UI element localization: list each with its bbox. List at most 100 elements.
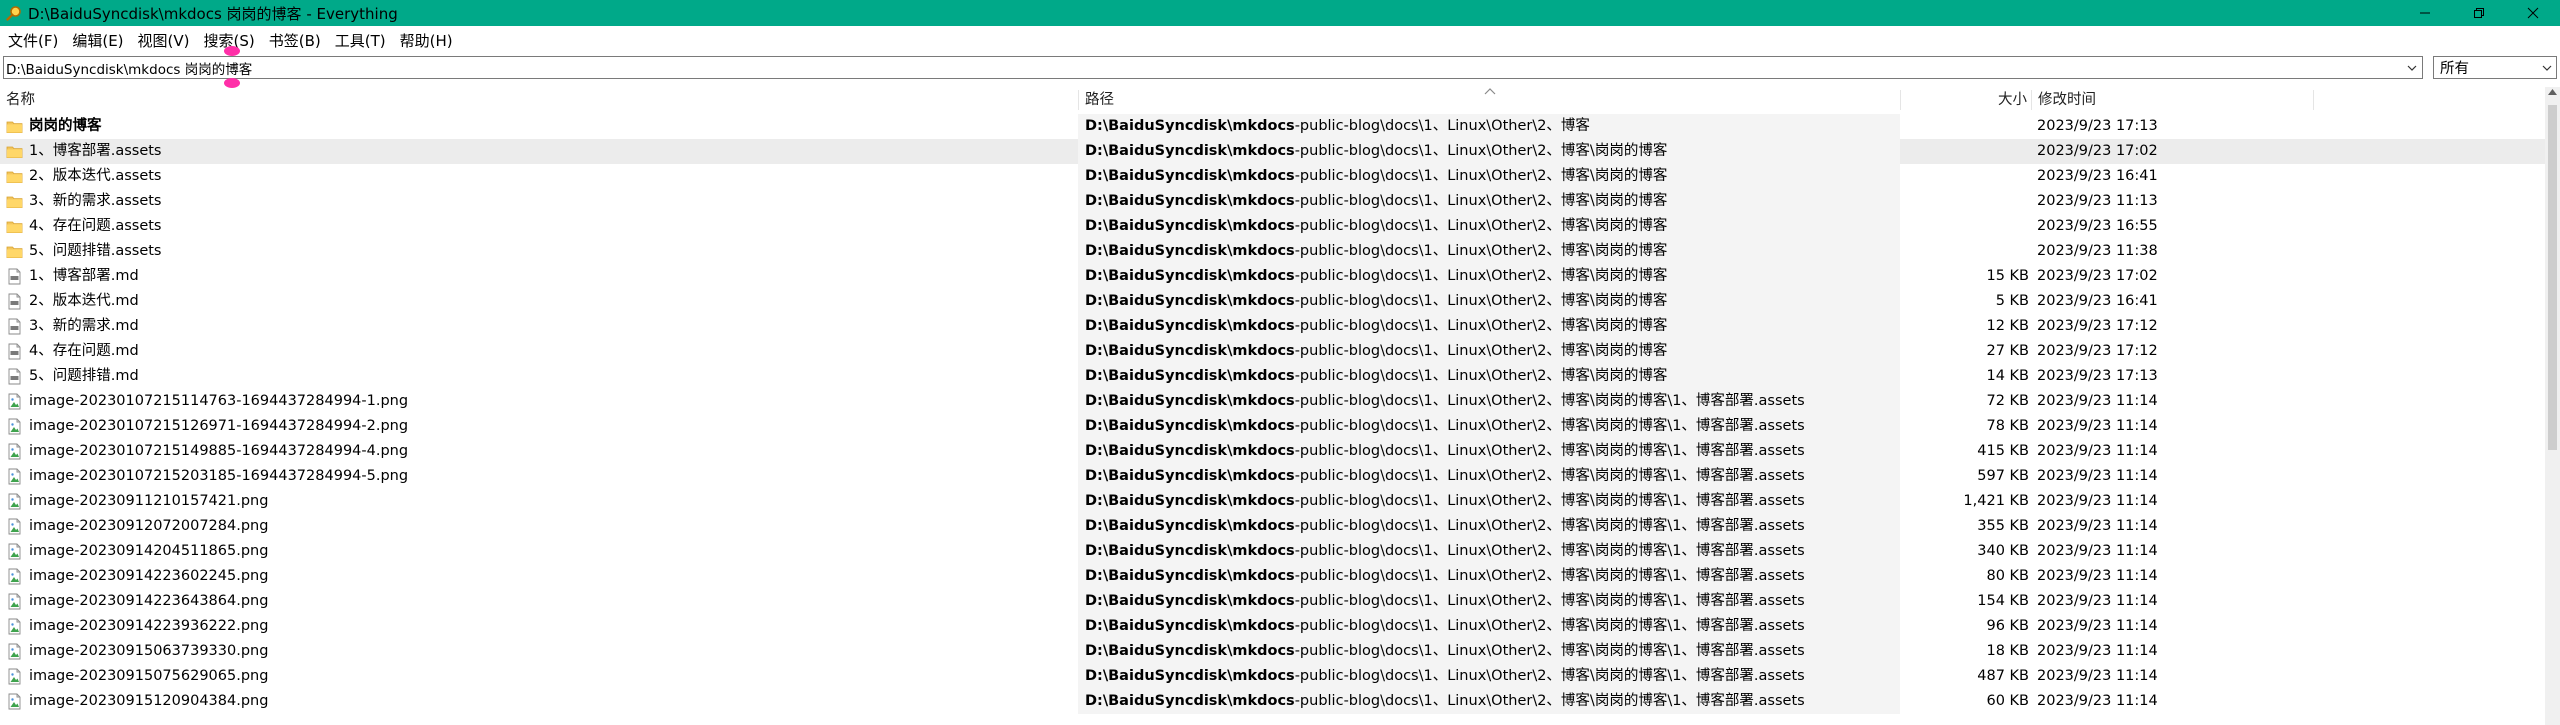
file-name: image-20230107215114763-1694437284994-1.… [29,393,409,409]
file-name-cell: 2、版本迭代.assets [6,164,1066,189]
result-row[interactable]: image-20230914204511865.png D:\BaiduSyncd… [0,539,2545,564]
result-row[interactable]: image-20230107215114763-1694437284994-1.… [0,389,2545,414]
minimize-button[interactable] [2398,0,2452,26]
result-row[interactable]: 4、存在问题.assets D:\BaiduSyncdisk\mkdocs-pub… [0,214,2545,239]
result-row[interactable]: image-20230915075629065.png D:\BaiduSyncd… [0,664,2545,689]
file-name: image-20230914223936222.png [29,618,269,634]
file-path-cell: D:\BaiduSyncdisk\mkdocs-public-blog\docs… [1085,114,1905,139]
file-path-cell: D:\BaiduSyncdisk\mkdocs-public-blog\docs… [1085,589,1905,614]
result-row[interactable]: image-20230915063739330.png D:\BaiduSyncd… [0,639,2545,664]
folder-icon [6,143,23,160]
path-match-highlight: D:\BaiduSyncdisk\mkdocs [1085,168,1295,184]
result-row[interactable]: image-20230107215126971-1694437284994-2.… [0,414,2545,439]
file-path-cell: D:\BaiduSyncdisk\mkdocs-public-blog\docs… [1085,239,1905,264]
result-row[interactable]: 2、版本迭代.assets D:\BaiduSyncdisk\mkdocs-pub… [0,164,2545,189]
result-row[interactable]: image-20230911210157421.png D:\BaiduSyncd… [0,489,2545,514]
result-row[interactable]: 3、新的需求.assets D:\BaiduSyncdisk\mkdocs-pub… [0,189,2545,214]
search-input[interactable] [4,57,2402,78]
modified-date: 2023/9/23 17:02 [2037,143,2158,159]
path-remainder: -public-blog\docs\1、Linux\Other\2、博客\岗岗的… [1294,268,1668,284]
file-path-cell: D:\BaiduSyncdisk\mkdocs-public-blog\docs… [1085,489,1905,514]
result-row[interactable]: 2、版本迭代.md D:\BaiduSyncdisk\mkdocs-public-… [0,289,2545,314]
path-match-highlight: D:\BaiduSyncdisk\mkdocs [1085,143,1295,159]
result-row[interactable]: 5、问题排错.assets D:\BaiduSyncdisk\mkdocs-pub… [0,239,2545,264]
path-remainder: -public-blog\docs\1、Linux\Other\2、博客\岗岗的… [1294,293,1668,309]
result-row[interactable]: image-20230915120904384.png D:\BaiduSyncd… [0,689,2545,714]
vertical-scrollbar[interactable] [2545,87,2560,725]
restore-icon [2474,8,2484,18]
file-name-cell: image-20230107215114763-1694437284994-1.… [6,389,1066,414]
image-file-icon [6,543,23,560]
file-name-cell: 2、版本迭代.md [6,289,1066,314]
file-path-cell: D:\BaiduSyncdisk\mkdocs-public-blog\docs… [1085,189,1905,214]
result-row[interactable]: 3、新的需求.md D:\BaiduSyncdisk\mkdocs-public-… [0,314,2545,339]
minimize-icon [2420,12,2430,14]
image-file-icon [6,593,23,610]
results-list: 岗岗的博客 D:\BaiduSyncdisk\mkdocs-public-blog… [0,114,2545,714]
file-name-cell: image-20230914223643864.png [6,589,1066,614]
file-name: image-20230911210157421.png [29,493,269,509]
file-name: 2、版本迭代.md [29,293,139,309]
column-header-name[interactable]: 名称 [0,87,1078,113]
result-row[interactable]: image-20230107215149885-1694437284994-4.… [0,439,2545,464]
file-name-cell: 1、博客部署.md [6,264,1066,289]
search-history-dropdown[interactable] [2402,57,2422,78]
sort-ascending-icon [1484,88,1496,95]
file-size: 5 KB [1995,293,2029,309]
image-file-icon [6,518,23,535]
file-name-cell: 5、问题排错.md [6,364,1066,389]
result-row[interactable]: 1、博客部署.md D:\BaiduSyncdisk\mkdocs-public-… [0,264,2545,289]
folder-icon [6,118,23,135]
path-match-highlight: D:\BaiduSyncdisk\mkdocs [1085,268,1295,284]
file-size: 340 KB [1977,543,2029,559]
scrollbar-thumb[interactable] [2548,105,2557,450]
result-row[interactable]: image-20230914223643864.png D:\BaiduSyncd… [0,589,2545,614]
menu-bookmarks[interactable]: 书签(B) [262,29,328,53]
filter-value: 所有 [2440,61,2469,77]
file-path-cell: D:\BaiduSyncdisk\mkdocs-public-blog\docs… [1085,689,1905,714]
file-size [1905,164,2029,189]
path-remainder: -public-blog\docs\1、Linux\Other\2、博客\岗岗的… [1294,168,1668,184]
result-row[interactable]: image-20230912072007284.png D:\BaiduSyncd… [0,514,2545,539]
result-row[interactable]: image-20230107215203185-1694437284994-5.… [0,464,2545,489]
file-path-cell: D:\BaiduSyncdisk\mkdocs-public-blog\docs… [1085,564,1905,589]
file-size: 72 KB [1986,393,2029,409]
file-name: image-20230107215203185-1694437284994-5.… [29,468,409,484]
menu-edit[interactable]: 编辑(E) [65,29,130,53]
path-match-highlight: D:\BaiduSyncdisk\mkdocs [1085,443,1295,459]
result-row[interactable]: image-20230914223936222.png D:\BaiduSyncd… [0,614,2545,639]
menu-help[interactable]: 帮助(H) [393,29,460,53]
result-row[interactable]: image-20230914223602245.png D:\BaiduSyncd… [0,564,2545,589]
modified-date: 2023/9/23 11:14 [2037,518,2158,534]
column-header-size[interactable]: 大小 [1901,87,2029,113]
file-path-cell: D:\BaiduSyncdisk\mkdocs-public-blog\docs… [1085,364,1905,389]
scroll-up-icon[interactable] [2548,89,2557,95]
menu-file[interactable]: 文件(F) [1,29,65,53]
image-file-icon [6,568,23,585]
file-size: 415 KB [1977,443,2029,459]
modified-date: 2023/9/23 11:14 [2037,393,2158,409]
result-row[interactable]: 岗岗的博客 D:\BaiduSyncdisk\mkdocs-public-blog… [0,114,2545,139]
path-remainder: -public-blog\docs\1、Linux\Other\2、博客\岗岗的… [1294,243,1668,259]
file-size [1905,239,2029,264]
search-row: 所有 [0,56,2560,80]
menu-tools[interactable]: 工具(T) [328,29,393,53]
close-button[interactable] [2506,0,2560,26]
modified-date: 2023/9/23 17:13 [2037,118,2158,134]
file-size [1905,114,2029,139]
path-match-highlight: D:\BaiduSyncdisk\mkdocs [1085,118,1295,134]
column-header-modified[interactable]: 修改时间 [2032,87,2312,113]
result-row[interactable]: 1、博客部署.assets D:\BaiduSyncdisk\mkdocs-pub… [0,139,2545,164]
modified-date: 2023/9/23 11:14 [2037,618,2158,634]
file-path-cell: D:\BaiduSyncdisk\mkdocs-public-blog\docs… [1085,139,1905,164]
menu-view[interactable]: 视图(V) [131,29,197,53]
column-divider[interactable] [2313,90,2314,110]
maximize-button[interactable] [2452,0,2506,26]
filter-select[interactable]: 所有 [2433,56,2557,79]
file-name-cell: image-20230107215203185-1694437284994-5.… [6,464,1066,489]
modified-date: 2023/9/23 11:14 [2037,543,2158,559]
result-row[interactable]: 4、存在问题.md D:\BaiduSyncdisk\mkdocs-public-… [0,339,2545,364]
result-row[interactable]: 5、问题排错.md D:\BaiduSyncdisk\mkdocs-public-… [0,364,2545,389]
file-size: 597 KB [1977,468,2029,484]
file-size: 60 KB [1986,693,2029,709]
